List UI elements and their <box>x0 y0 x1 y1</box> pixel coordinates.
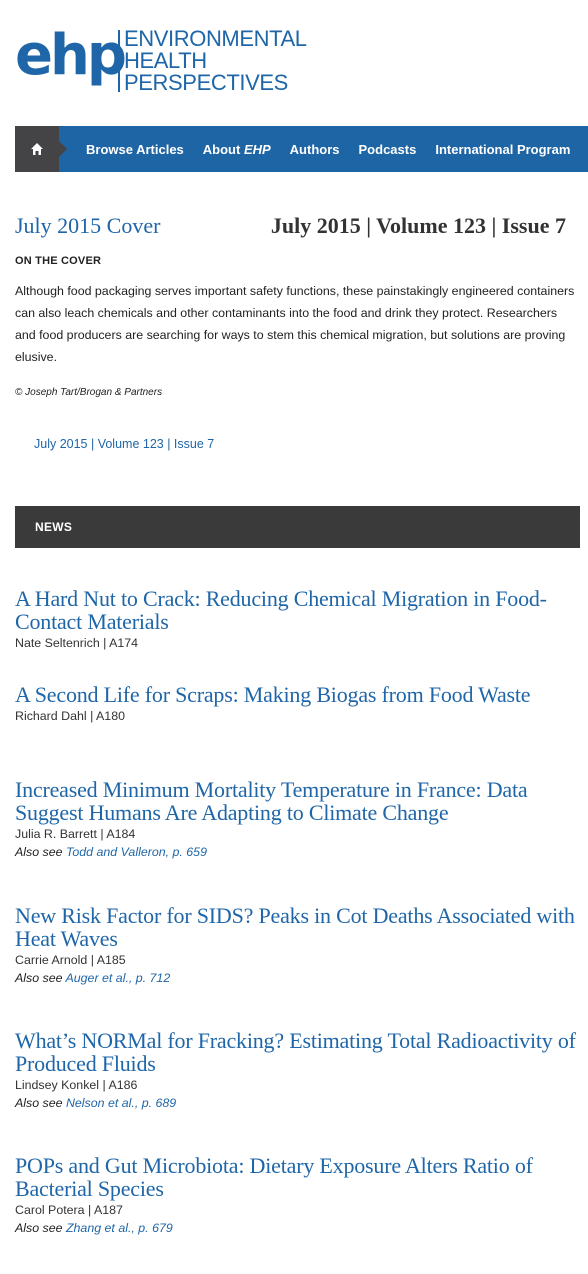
cover-description: Although food packaging serves important… <box>15 284 575 364</box>
issue-link[interactable]: July 2015 | Volume 123 | Issue 7 <box>34 437 214 451</box>
also-see-link[interactable]: Auger et al., p. 712 <box>66 971 171 985</box>
logo-line-3: PERSPECTIVES <box>124 70 288 95</box>
also-see-prefix: Also see <box>15 1096 66 1110</box>
cover-title: July 2015 Cover <box>15 213 161 238</box>
home-icon <box>31 143 43 155</box>
logo-line-1: ENVIRONMENTAL <box>124 26 307 51</box>
site-logo[interactable]: ehp ENVIRONMENTAL HEALTH PERSPECTIVES <box>15 23 315 96</box>
article-item: POPs and Gut Microbiota: Dietary Exposur… <box>15 1154 580 1238</box>
nav-about-prefix: About <box>202 141 244 157</box>
on-the-cover-label: ON THE COVER <box>15 255 102 267</box>
nav-browse-articles[interactable]: Browse Articles <box>86 142 184 157</box>
also-see-link[interactable]: Zhang et al., p. 679 <box>66 1221 173 1235</box>
home-button[interactable] <box>15 126 67 172</box>
article-item: Increased Minimum Mortality Temperature … <box>15 778 580 862</box>
nav-menu: Browse Articles About EHP Authors Podcas… <box>67 126 570 172</box>
also-see-link[interactable]: Nelson et al., p. 689 <box>66 1096 176 1110</box>
article-meta: Carol Potera | A187 <box>15 1203 123 1217</box>
article-title-link[interactable]: POPs and Gut Microbiota: Dietary Exposur… <box>15 1154 580 1200</box>
article-title-link[interactable]: New Risk Factor for SIDS? Peaks in Cot D… <box>15 904 580 950</box>
article-meta: Carrie Arnold | A185 <box>15 953 126 967</box>
article-title-link[interactable]: A Hard Nut to Crack: Reducing Chemical M… <box>15 587 580 633</box>
cover-credit: © Joseph Tart/Brogan & Partners <box>15 387 163 398</box>
also-see-link[interactable]: Todd and Valleron, p. 659 <box>66 845 207 859</box>
article-item: A Hard Nut to Crack: Reducing Chemical M… <box>15 587 580 652</box>
nav-podcasts[interactable]: Podcasts <box>359 142 417 157</box>
logo-divider <box>118 30 120 92</box>
main-nav: Browse Articles About EHP Authors Podcas… <box>15 126 588 172</box>
logo-ehp-text: ehp <box>15 23 127 88</box>
nav-about-italic: EHP <box>243 141 271 157</box>
article-item: New Risk Factor for SIDS? Peaks in Cot D… <box>15 904 580 988</box>
also-see: Also see Todd and Valleron, p. 659 <box>15 843 580 862</box>
nav-authors[interactable]: Authors <box>290 142 340 157</box>
news-section-header: NEWS <box>15 506 580 548</box>
logo-line-2: HEALTH <box>124 48 207 73</box>
article-meta: Lindsey Konkel | A186 <box>15 1078 138 1092</box>
article-item: What’s NORMal for Fracking? Estimating T… <box>15 1029 580 1113</box>
also-see-prefix: Also see <box>15 845 66 859</box>
also-see: Also see Zhang et al., p. 679 <box>15 1219 580 1238</box>
article-title-link[interactable]: What’s NORMal for Fracking? Estimating T… <box>15 1029 580 1075</box>
nav-international-program[interactable]: International Program <box>435 142 570 157</box>
logo-wordmark: ENVIRONMENTAL HEALTH PERSPECTIVES <box>124 28 307 94</box>
article-title-link[interactable]: Increased Minimum Mortality Temperature … <box>15 778 580 824</box>
news-section-label: NEWS <box>35 520 73 534</box>
article-meta: Nate Seltenrich | A174 <box>15 636 139 650</box>
article-item: A Second Life for Scraps: Making Biogas … <box>15 683 580 725</box>
also-see: Also see Nelson et al., p. 689 <box>15 1094 580 1113</box>
article-title-link[interactable]: A Second Life for Scraps: Making Biogas … <box>15 683 580 706</box>
also-see: Also see Auger et al., p. 712 <box>15 969 580 988</box>
also-see-prefix: Also see <box>15 1221 66 1235</box>
also-see-prefix: Also see <box>15 971 66 985</box>
article-meta: Richard Dahl | A180 <box>15 709 125 723</box>
issue-heading: July 2015 | Volume 123 | Issue 7 <box>270 213 566 238</box>
article-meta: Julia R. Barrett | A184 <box>15 827 136 841</box>
nav-about-ehp[interactable]: About EHP <box>203 142 271 157</box>
